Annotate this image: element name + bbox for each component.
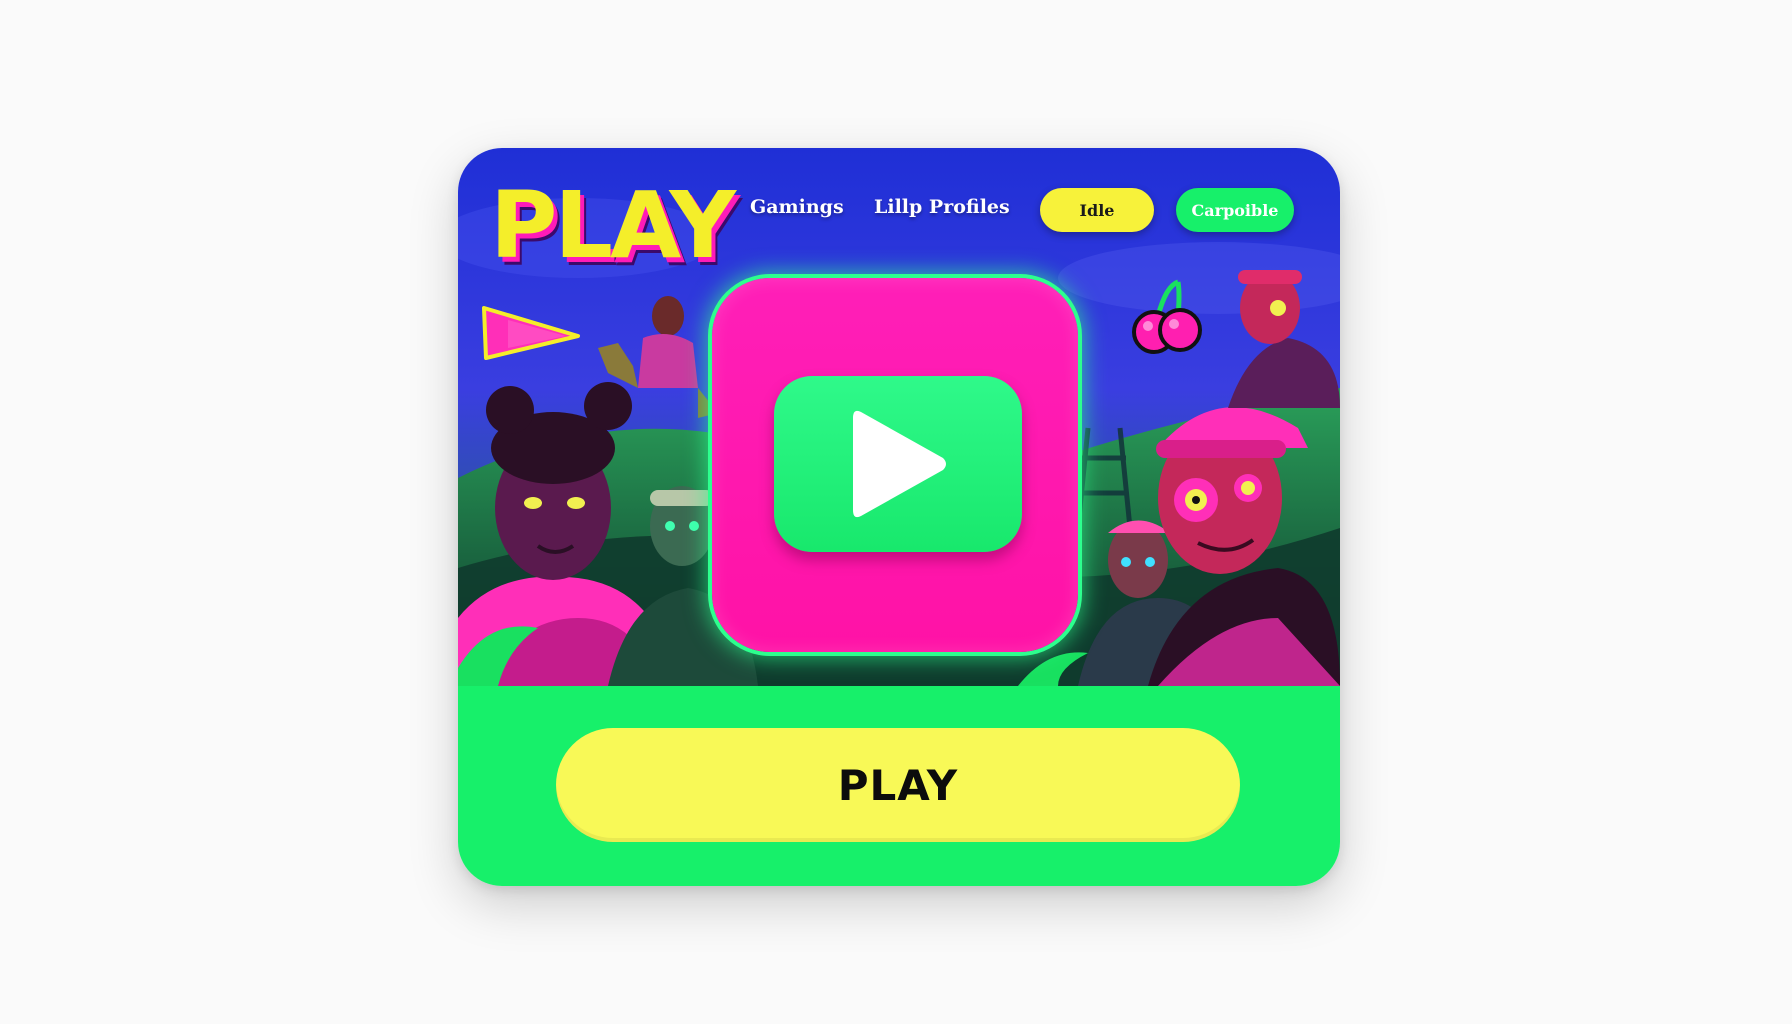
- play-button-large[interactable]: PLAY: [556, 728, 1240, 842]
- game-card: PLAY Gamings Lillp Profiles Idle Carpoib…: [458, 148, 1340, 886]
- nav-link-gamings[interactable]: Gamings: [750, 196, 844, 218]
- cherry-icon: [1132, 279, 1202, 354]
- play-button-center[interactable]: [774, 376, 1022, 552]
- hero-banner: PLAY Gamings Lillp Profiles Idle Carpoib…: [458, 148, 1340, 686]
- compatible-button[interactable]: Carpoible: [1176, 188, 1294, 232]
- idle-button[interactable]: Idle: [1040, 188, 1154, 232]
- logo-text: PLAY: [490, 172, 736, 279]
- play-triangle-icon: [853, 410, 946, 518]
- nav-link-profiles[interactable]: Lillp Profiles: [874, 196, 1010, 218]
- play-tile[interactable]: [712, 278, 1078, 652]
- arrow-right-icon: [482, 306, 580, 360]
